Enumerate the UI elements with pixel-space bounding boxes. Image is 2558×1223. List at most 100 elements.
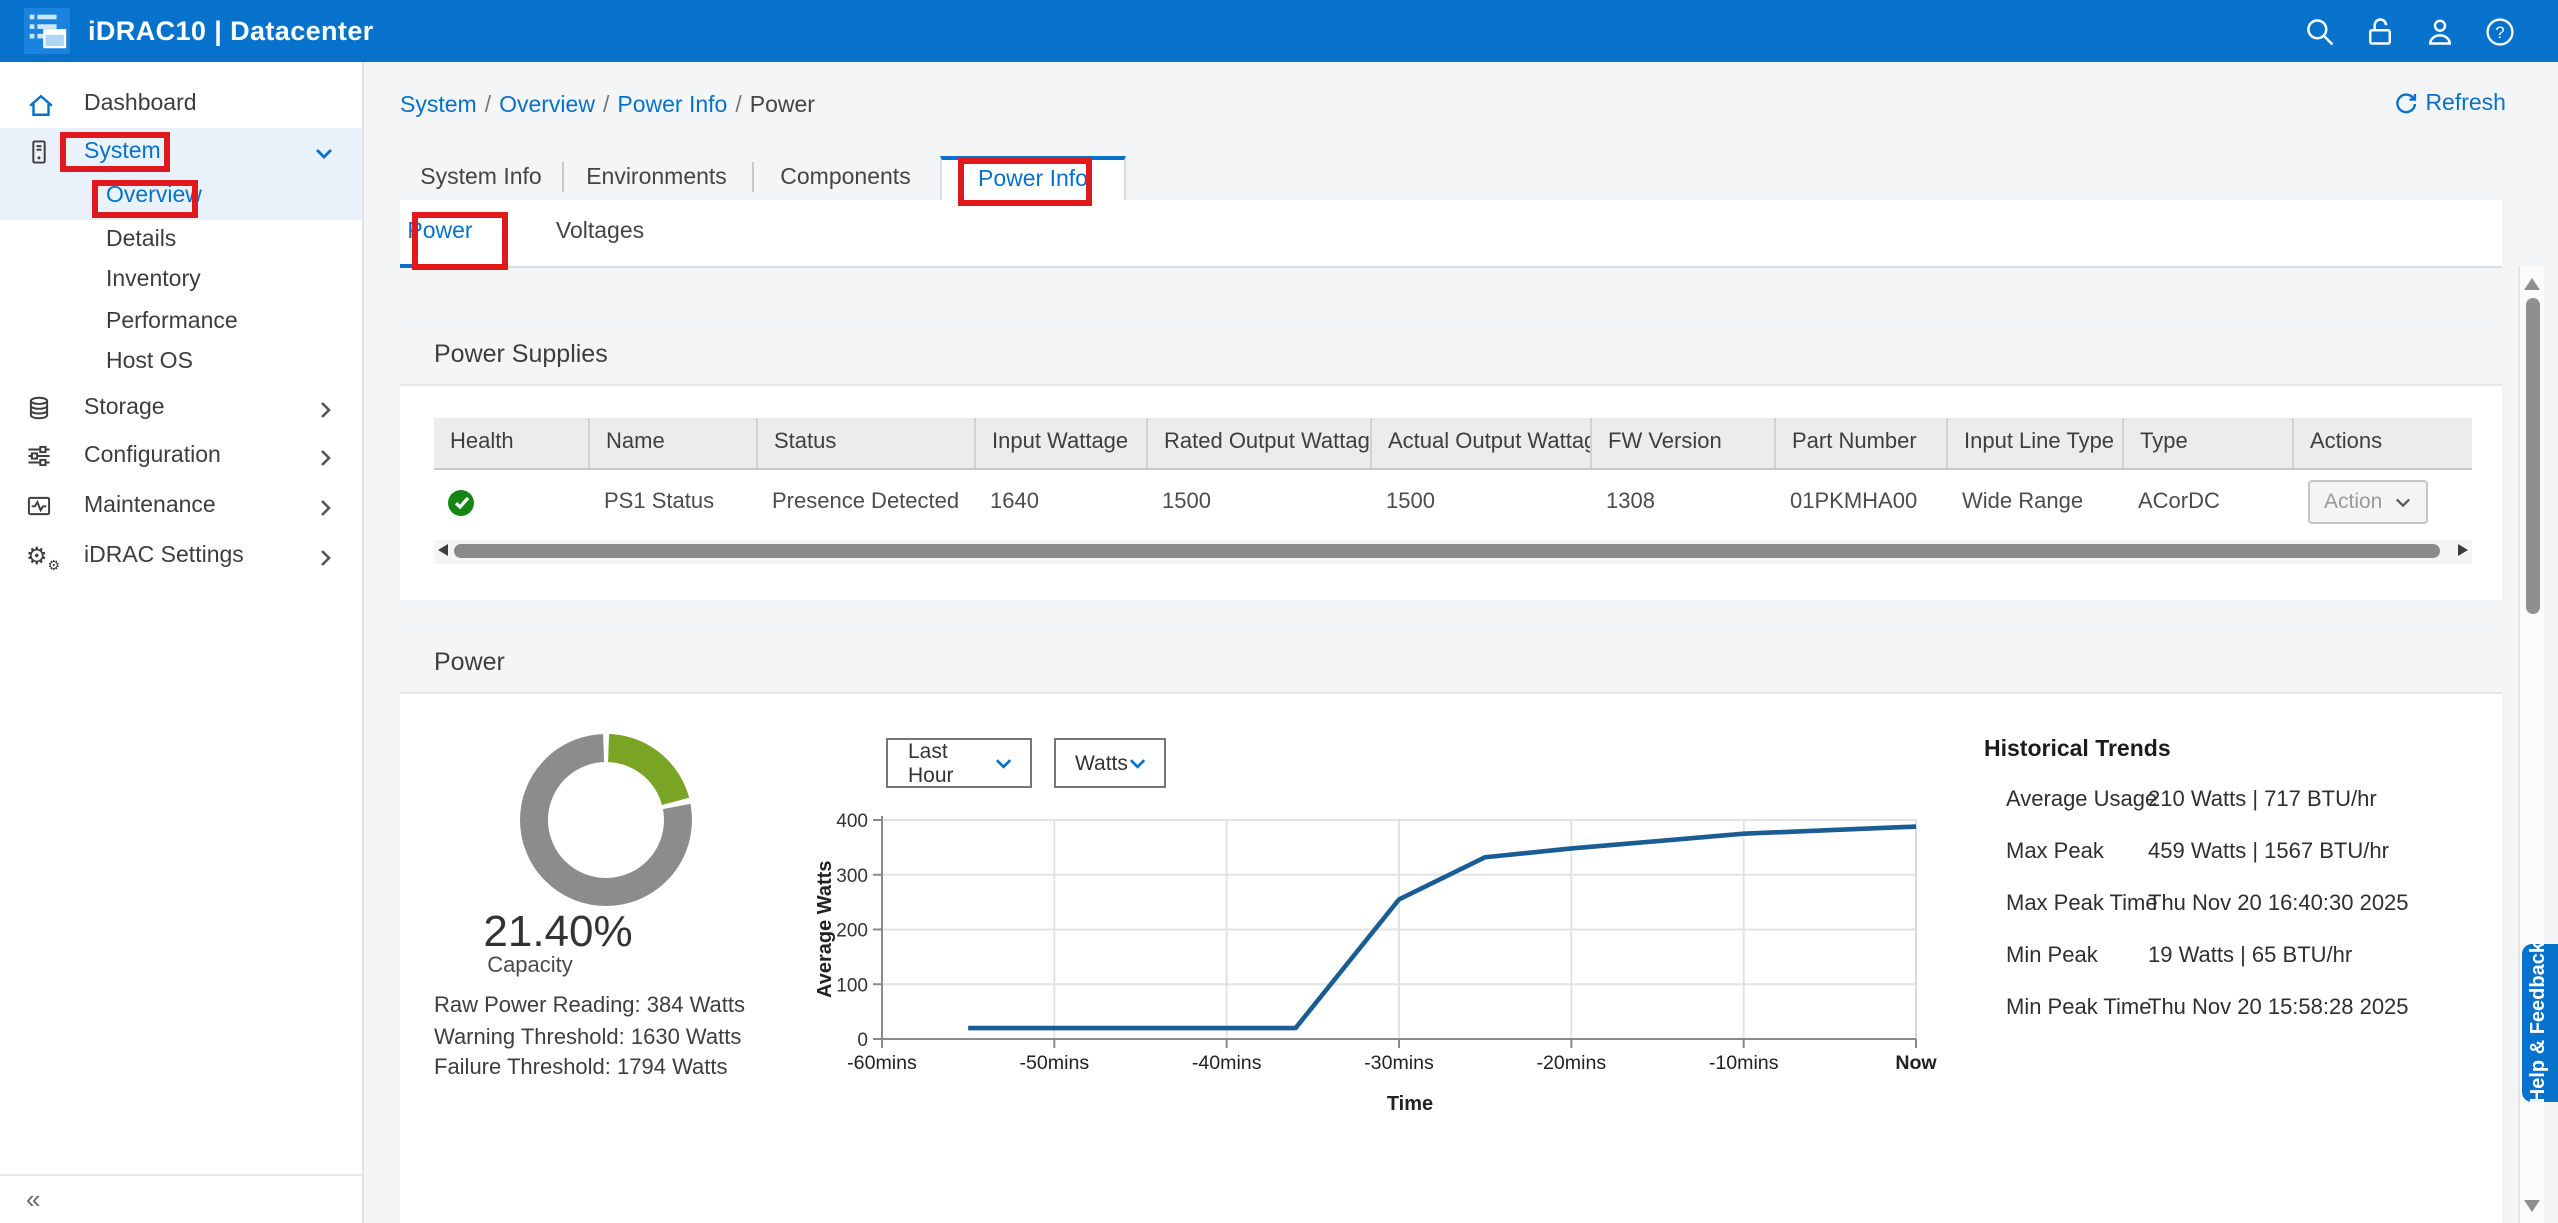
horizontal-scrollbar[interactable]	[434, 539, 2472, 563]
help-icon[interactable]: ?	[2484, 15, 2516, 47]
tab-components[interactable]: Components	[751, 155, 940, 200]
column-header[interactable]: Name	[588, 418, 756, 467]
horizontal-scrollbar-thumb[interactable]	[454, 543, 2440, 558]
breadcrumb: System / Overview / Power Info / Power	[400, 94, 815, 118]
column-header[interactable]: FW Version	[1590, 418, 1774, 467]
trend-label: Min Peak	[2006, 944, 2148, 968]
capacity-donut-chart	[510, 724, 702, 916]
chevron-right-icon	[318, 547, 334, 573]
search-icon[interactable]	[2304, 15, 2336, 47]
sidebar-item-idrac-settings[interactable]: ⚙⚙iDRAC Settings	[0, 535, 362, 579]
sidebar: Dashboard System OverviewDetails Inventory P…	[0, 62, 364, 1223]
y-tick-label: 0	[857, 1030, 868, 1051]
trend-row-average-usage: Average Usage210 Watts | 717 BTU/hr	[2006, 788, 2377, 814]
breadcrumb-link[interactable]: Power Info	[617, 94, 727, 118]
sidebar-item-inventory[interactable]: Inventory	[0, 260, 362, 304]
table-cell: 1640	[974, 469, 1146, 535]
breadcrumb-separator: /	[603, 94, 609, 118]
power-supplies-card: Power Supplies HealthNameStatusInput Wat…	[400, 323, 2502, 600]
x-tick-label: -30mins	[1364, 1052, 1434, 1074]
user-icon[interactable]	[2424, 15, 2456, 47]
action-dropdown[interactable]: Action	[2308, 480, 2428, 524]
power-stats: Raw Power Reading: 384 WattsWarning Thre…	[434, 992, 745, 1085]
chevron-right-icon	[318, 497, 334, 523]
trend-value: 19 Watts | 65 BTU/hr	[2148, 944, 2352, 968]
storage-icon	[26, 393, 58, 425]
breadcrumb-current: Power	[750, 94, 815, 118]
column-header[interactable]: Part Number	[1774, 418, 1946, 467]
x-tick-label: -10mins	[1709, 1052, 1779, 1074]
x-tick-label: -40mins	[1192, 1052, 1262, 1074]
trend-row-min-peak: Min Peak19 Watts | 65 BTU/hr	[2006, 944, 2352, 970]
trend-label: Average Usage	[2006, 788, 2148, 812]
sidebar-item-maintenance[interactable]: Maintenance	[0, 485, 362, 529]
sidebar-item-host-os[interactable]: Host OS	[0, 342, 362, 386]
capacity-value: 21.40%	[458, 906, 658, 958]
sliders-icon	[26, 442, 58, 474]
power-title: Power	[400, 631, 2502, 693]
table-cell: 01PKMHA00	[1774, 469, 1946, 535]
sidebar-item-storage[interactable]: Storage	[0, 387, 362, 431]
sidebar-item-overview[interactable]: Overview	[0, 176, 362, 220]
unit-dropdown[interactable]: Watts	[1053, 738, 1165, 788]
column-header[interactable]: Input Line Type	[1946, 418, 2122, 467]
trend-value: Thu Nov 20 15:58:28 2025	[2148, 996, 2409, 1020]
sidebar-item-dashboard[interactable]: Dashboard	[0, 84, 362, 128]
tabstrip: System InfoEnvironmentsComponentsPower I…	[400, 155, 1126, 200]
x-tick-label: -50mins	[1019, 1052, 1089, 1074]
tab-system-info[interactable]: System Info	[400, 155, 562, 200]
table-cell: 1308	[1590, 469, 1774, 535]
scroll-down-icon[interactable]	[2524, 1199, 2540, 1211]
breadcrumb-link[interactable]: Overview	[499, 94, 595, 118]
chart-y-axis-title: Average Watts	[812, 820, 840, 1040]
capacity-label: Capacity	[458, 954, 602, 978]
sidebar-item-label: Configuration	[84, 444, 221, 468]
sidebar-item-label: Storage	[84, 395, 165, 419]
chart-x-axis-title: Time	[1350, 1094, 1470, 1116]
vertical-scrollbar-thumb[interactable]	[2525, 297, 2540, 613]
sidebar-collapse-button[interactable]: «	[26, 1184, 40, 1214]
column-header[interactable]: Input Wattage	[974, 418, 1146, 467]
sidebar-item-label: Host OS	[106, 350, 193, 374]
refresh-button[interactable]: Refresh	[2393, 92, 2506, 116]
power-stat-line: Failure Threshold: 1794 Watts	[434, 1054, 745, 1085]
sidebar-item-configuration[interactable]: Configuration	[0, 436, 362, 480]
home-icon	[26, 90, 58, 122]
breadcrumb-separator: /	[485, 94, 491, 118]
column-header[interactable]: Status	[756, 418, 974, 467]
sidebar-item-performance[interactable]: Performance	[0, 301, 362, 345]
sidebar-item-system[interactable]: System	[0, 132, 362, 176]
table-cell: 1500	[1370, 469, 1590, 535]
scroll-up-icon[interactable]	[2524, 278, 2540, 290]
trend-label: Min Peak Time	[2006, 996, 2148, 1020]
chevron-down-icon	[314, 144, 334, 168]
column-header[interactable]: Health	[434, 418, 588, 467]
column-header[interactable]: Type	[2122, 418, 2292, 467]
tab-power-info[interactable]: Power Info	[940, 155, 1126, 200]
column-header[interactable]: Actual Output Wattage	[1370, 418, 1590, 467]
scroll-left-icon[interactable]	[438, 544, 448, 556]
sidebar-item-details[interactable]: Details	[0, 219, 362, 263]
tab-environments[interactable]: Environments	[562, 155, 751, 200]
chevron-down-icon	[995, 755, 1014, 771]
help-feedback-tab[interactable]: Help & Feedback	[2521, 944, 2558, 1102]
column-header[interactable]: Actions	[2292, 418, 2472, 467]
breadcrumb-separator: /	[735, 94, 741, 118]
sidebar-item-label: Inventory	[106, 268, 201, 292]
subtab-power[interactable]: Power	[400, 200, 480, 266]
trend-label: Max Peak Time	[2006, 892, 2148, 916]
breadcrumb-link[interactable]: System	[400, 94, 477, 118]
sidebar-item-label: System	[84, 140, 161, 164]
column-header[interactable]: Rated Output Wattage	[1146, 418, 1370, 467]
health-ok-icon	[448, 489, 474, 515]
power-line-chart: 0100200300400-60mins-50mins-40mins-30min…	[800, 796, 1950, 1096]
power-supplies-table: HealthNameStatusInput WattageRated Outpu…	[434, 418, 2472, 535]
chevron-right-icon	[318, 399, 334, 425]
subtab-voltages[interactable]: Voltages	[540, 200, 660, 266]
sidebar-item-label: Dashboard	[84, 92, 197, 116]
scroll-right-icon[interactable]	[2458, 544, 2468, 556]
power-stat-line: Raw Power Reading: 384 Watts	[434, 992, 745, 1023]
lock-icon[interactable]	[2364, 15, 2396, 47]
time-range-dropdown[interactable]: Last Hour	[886, 738, 1032, 788]
app-title: iDRAC10 | Datacenter	[88, 16, 374, 46]
